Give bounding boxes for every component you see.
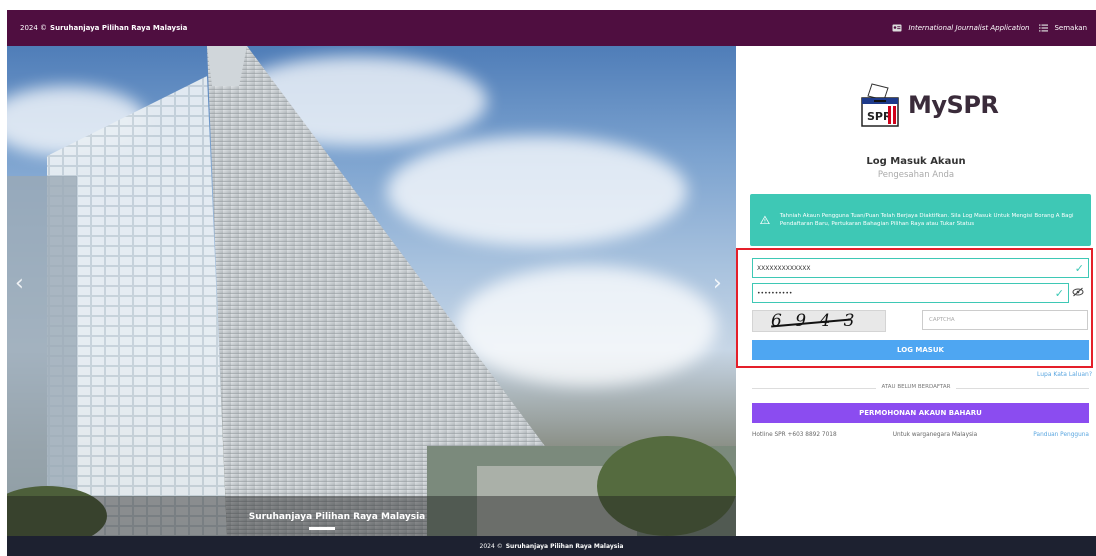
eye-slash-icon[interactable] xyxy=(1072,287,1084,297)
hero-caption: Suruhanjaya Pilihan Raya Malaysia xyxy=(248,512,426,522)
warning-triangle-icon xyxy=(760,215,770,225)
brand-name: MySPR xyxy=(908,91,999,119)
username-input[interactable]: XXXXXXXXXXXXX ✓ xyxy=(752,258,1089,278)
journalist-application-link[interactable]: International Journalist Application xyxy=(892,24,1029,32)
divider-label: ATAU BELUM BERDAFTAR xyxy=(736,384,1096,390)
forgot-password-link[interactable]: Lupa Kata Laluan? xyxy=(1037,371,1092,378)
footer-bar: 2024 © Suruhanjaya Pilihan Raya Malaysia xyxy=(7,536,1096,556)
password-input[interactable]: •••••••••• ✓ xyxy=(752,283,1069,303)
top-bar: 2024 © Suruhanjaya Pilihan Raya Malaysia… xyxy=(7,10,1096,46)
citizen-note: Untuk warganegara Malaysia xyxy=(892,432,978,438)
footer-year: 2024 © xyxy=(479,542,503,550)
carousel-prev-button[interactable]: ‹ xyxy=(15,271,24,296)
check-icon: ✓ xyxy=(1054,286,1064,300)
hotline-text: Hotline SPR +603 8892 7018 xyxy=(752,432,837,438)
login-panel: SPR MySPR Log Masuk Akaun Pengesahan And… xyxy=(736,46,1096,536)
top-copyright: 2024 © Suruhanjaya Pilihan Raya Malaysia xyxy=(20,24,187,32)
semakan-link[interactable]: Semakan xyxy=(1039,24,1087,32)
top-year: 2024 © xyxy=(20,24,48,32)
captcha-placeholder: CAPTCHA xyxy=(929,317,955,323)
alert-message: Tahniah Akaun Pengguna Tuan/Puan Telah B… xyxy=(779,212,1074,228)
success-alert: Tahniah Akaun Pengguna Tuan/Puan Telah B… xyxy=(750,194,1091,246)
divider-text: ATAU BELUM BERDAFTAR xyxy=(875,384,957,390)
captcha-input[interactable]: CAPTCHA xyxy=(922,310,1088,330)
top-links: International Journalist Application Sem… xyxy=(892,24,1087,32)
login-title: Log Masuk Akaun xyxy=(866,156,966,167)
myspr-logo: SPR MySPR xyxy=(858,82,999,128)
list-icon xyxy=(1039,24,1049,32)
info-row: Hotline SPR +603 8892 7018 Untuk wargane… xyxy=(752,432,1089,438)
footer-org-name: Suruhanjaya Pilihan Raya Malaysia xyxy=(505,542,624,550)
id-card-icon xyxy=(892,24,902,32)
building-photo xyxy=(7,46,736,536)
carousel-next-button[interactable]: › xyxy=(713,271,722,296)
captcha-image: 6 9 4 3 xyxy=(752,310,886,332)
password-value: •••••••••• xyxy=(757,289,793,297)
top-org-name: Suruhanjaya Pilihan Raya Malaysia xyxy=(50,24,188,32)
login-subtitle: Pengesahan Anda xyxy=(877,170,955,180)
ballot-box-icon: SPR xyxy=(861,83,899,127)
user-guide-link[interactable]: Panduan Pengguna xyxy=(1033,432,1089,438)
semakan-label: Semakan xyxy=(1054,24,1087,32)
carousel-indicator[interactable] xyxy=(309,527,335,530)
journalist-application-label: International Journalist Application xyxy=(908,24,1030,32)
register-button[interactable]: PERMOHONAN AKAUN BAHARU xyxy=(752,403,1089,423)
check-icon: ✓ xyxy=(1074,261,1084,275)
username-value: XXXXXXXXXXXXX xyxy=(757,264,811,272)
hero-carousel: ‹ › Suruhanjaya Pilihan Raya Malaysia xyxy=(7,46,736,536)
login-button[interactable]: LOG MASUK xyxy=(752,340,1089,360)
